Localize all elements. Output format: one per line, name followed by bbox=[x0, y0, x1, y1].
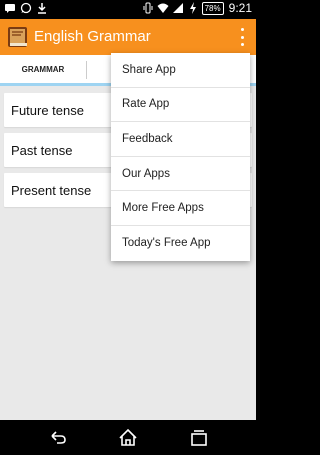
menu-item-feedback[interactable]: Feedback bbox=[111, 122, 250, 157]
overflow-menu: Share App Rate App Feedback Our Apps Mor… bbox=[111, 53, 250, 261]
menu-item-label: More Free Apps bbox=[122, 202, 204, 215]
recent-apps-icon[interactable] bbox=[189, 428, 209, 448]
menu-item-more-free-apps[interactable]: More Free Apps bbox=[111, 191, 250, 226]
system-icons: 78% 9:21 bbox=[142, 1, 252, 15]
vibrate-icon bbox=[143, 2, 153, 14]
menu-item-label: Share App bbox=[122, 63, 176, 76]
whatsapp-icon bbox=[20, 2, 32, 14]
menu-item-label: Today's Free App bbox=[122, 237, 211, 250]
menu-item-label: Feedback bbox=[122, 132, 173, 145]
menu-item-todays-free-app[interactable]: Today's Free App bbox=[111, 226, 250, 261]
menu-item-label: Rate App bbox=[122, 98, 170, 111]
list-item-label: Present tense bbox=[11, 182, 92, 198]
wifi-icon bbox=[157, 3, 169, 13]
tab-divider bbox=[86, 61, 87, 79]
menu-item-share-app[interactable]: Share App bbox=[111, 53, 250, 88]
menu-item-label: Our Apps bbox=[122, 167, 170, 180]
app-bar: English Grammar bbox=[0, 19, 256, 55]
app-title: English Grammar bbox=[34, 28, 151, 45]
notification-icons bbox=[4, 2, 48, 14]
tab-grammar[interactable]: GRAMMAR bbox=[0, 55, 86, 83]
list-item-label: Past tense bbox=[11, 142, 73, 158]
back-icon[interactable] bbox=[48, 428, 68, 448]
list-item-label: Future tense bbox=[11, 102, 84, 118]
battery-level: 78 bbox=[204, 3, 214, 13]
status-bar: 78% 9:21 bbox=[0, 0, 256, 19]
charging-icon bbox=[189, 2, 196, 14]
menu-item-rate-app[interactable]: Rate App bbox=[111, 88, 250, 123]
home-icon[interactable] bbox=[118, 428, 138, 448]
book-icon[interactable] bbox=[6, 24, 30, 50]
navigation-bar bbox=[0, 420, 256, 455]
battery-indicator: 78% bbox=[201, 1, 224, 15]
clock: 9:21 bbox=[228, 1, 252, 15]
download-icon bbox=[38, 3, 46, 14]
overflow-menu-icon[interactable] bbox=[238, 28, 246, 46]
tab-label: GRAMMAR bbox=[21, 64, 65, 74]
menu-item-our-apps[interactable]: Our Apps bbox=[111, 157, 250, 192]
signal-icon bbox=[172, 3, 183, 13]
sms-icon bbox=[5, 4, 15, 13]
